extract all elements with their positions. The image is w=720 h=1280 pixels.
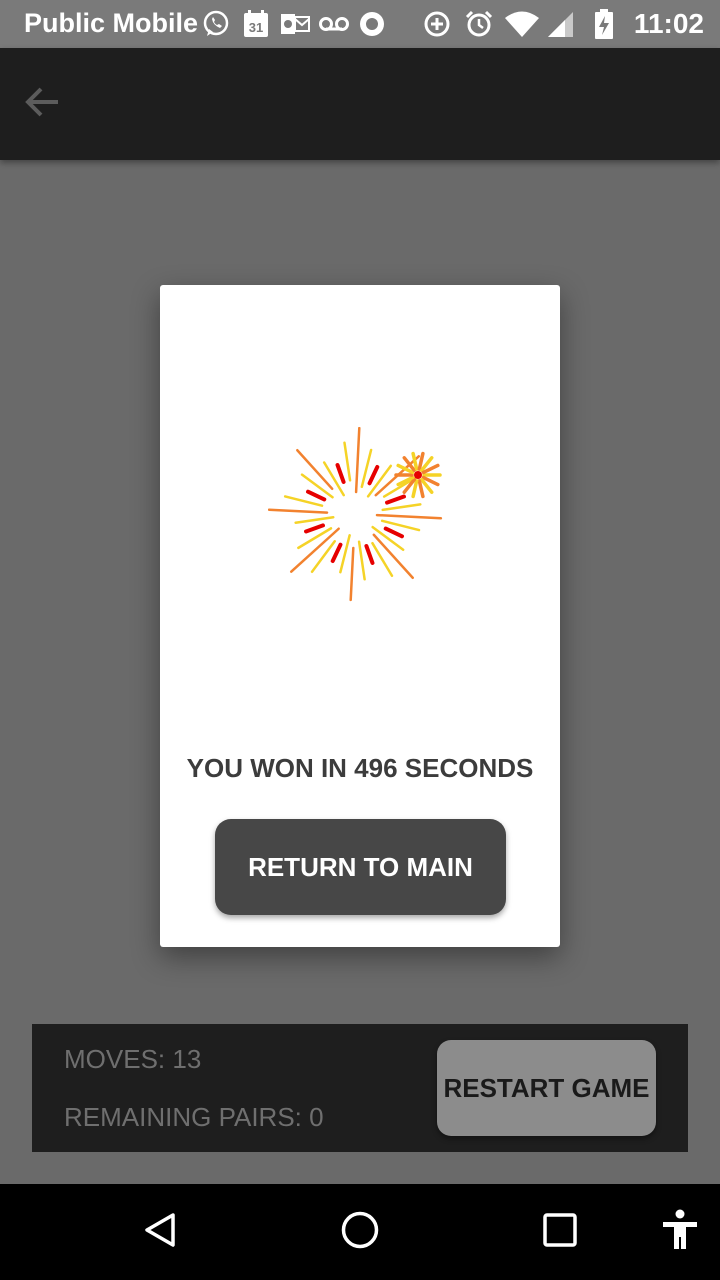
- win-dialog: YOU WON IN 496 SECONDS RETURN TO MAIN: [160, 285, 560, 947]
- back-triangle-icon: [140, 1210, 180, 1255]
- win-message: YOU WON IN 496 SECONDS: [186, 753, 534, 783]
- outlook-icon: [280, 9, 310, 39]
- data-saver-icon: [422, 9, 452, 39]
- wifi-icon: [504, 9, 540, 39]
- record-icon: [358, 9, 386, 39]
- home-circle-icon: [340, 1210, 380, 1255]
- nav-back-button[interactable]: [136, 1208, 184, 1256]
- svg-text:31: 31: [249, 20, 263, 35]
- signal-icon: [546, 9, 574, 39]
- nav-recents-button[interactable]: [536, 1208, 584, 1256]
- accessibility-icon: [662, 1209, 698, 1256]
- clock: 11:02: [633, 8, 704, 39]
- fireworks-icon: [267, 426, 452, 611]
- whatsapp-icon: [200, 9, 232, 39]
- calendar-icon: 31: [242, 9, 270, 39]
- recents-square-icon: [542, 1212, 578, 1253]
- nav-accessibility-button[interactable]: [656, 1208, 704, 1256]
- status-bar: Public Mobile 31 11:02: [0, 0, 720, 48]
- voicemail-icon: [318, 9, 350, 39]
- nav-home-button[interactable]: [336, 1208, 384, 1256]
- return-to-main-button[interactable]: RETURN TO MAIN: [215, 819, 506, 915]
- navigation-bar: [0, 1184, 720, 1280]
- battery-charging-icon: [594, 9, 614, 39]
- app-bar: [0, 48, 720, 160]
- alarm-icon: [464, 9, 494, 39]
- moves-count: MOVES: 13: [64, 1044, 202, 1074]
- carrier-name: Public Mobile: [24, 8, 199, 38]
- remaining-pairs-count: REMAINING PAIRS: 0: [64, 1102, 324, 1132]
- back-button[interactable]: [24, 80, 88, 128]
- arrow-back-icon: [24, 86, 60, 123]
- restart-game-button[interactable]: RESTART GAME: [437, 1040, 656, 1136]
- game-stats-panel: MOVES: 13 REMAINING PAIRS: 0 RESTART GAM…: [32, 1024, 688, 1152]
